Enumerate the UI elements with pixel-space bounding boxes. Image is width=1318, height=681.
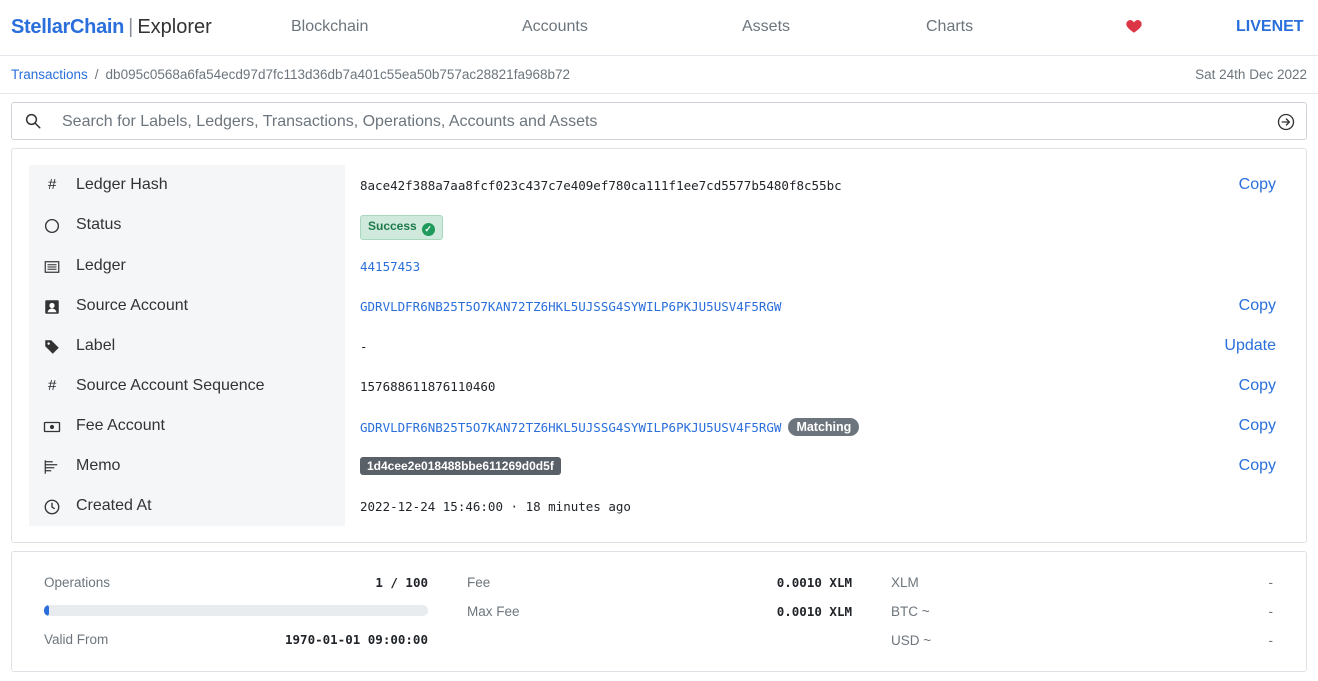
breadcrumb-transaction-hash: db095c0568a6fa54ecd97d7fc113d36db7a401c5… [105, 67, 570, 82]
max-fee-label: Max Fee [467, 604, 520, 619]
xlm-value: - [1268, 575, 1274, 590]
fee-account-label: Fee Account [76, 417, 165, 434]
ledger-hash-value: 8ace42f388a7aa8fcf023c437c7e409ef780ca11… [360, 178, 842, 193]
fee-label: Fee [467, 575, 491, 590]
operations-label: Operations [44, 575, 111, 590]
nav-charts[interactable]: Charts [926, 18, 973, 36]
breadcrumb-separator: / [94, 67, 99, 82]
max-fee-value: 0.0010 XLM [776, 604, 852, 619]
source-account-label: Source Account [76, 297, 189, 314]
row-label: Label - Update [12, 327, 1308, 367]
search-bar [11, 102, 1307, 140]
brand-sub: Explorer [137, 16, 212, 38]
status-badge-text: Success [368, 219, 417, 233]
status-badge: Success ✓ [360, 215, 443, 240]
current-date: Sat 24th Dec 2022 [1195, 67, 1307, 82]
xlm-label: XLM [891, 575, 919, 590]
row-ledger: Ledger 44157453 [12, 247, 1308, 287]
top-navbar: StellarChain | Explorer Blockchain Account… [0, 0, 1318, 56]
row-ledger-hash: # Ledger Hash 8ace42f388a7aa8fcf023c437c… [12, 166, 1308, 206]
nav-accounts[interactable]: Accounts [522, 18, 588, 36]
btc-value: - [1268, 604, 1274, 619]
row-source-account-sequence: # Source Account Sequence 15768861187611… [12, 367, 1308, 407]
row-created-at: Created At 2022-12-24 15:46:00 · 18 minu… [12, 487, 1308, 527]
sequence-label: Source Account Sequence [76, 377, 265, 394]
operations-progress-fill [44, 605, 49, 616]
usd-label: USD ~ [891, 633, 932, 648]
circle-icon [44, 218, 60, 234]
nav-assets[interactable]: Assets [742, 18, 790, 36]
update-label-button[interactable]: Update [1224, 337, 1276, 355]
ledger-link[interactable]: 44157453 [360, 259, 420, 274]
tag-icon [45, 340, 59, 354]
fee-account-link[interactable]: GDRVLDFR6NB25T5O7KAN72TZ6HKL5UJSSG4SYWIL… [360, 420, 781, 435]
matching-badge: Matching [788, 418, 860, 436]
check-icon: ✓ [421, 223, 435, 236]
memo-value: 1d4cee2e018488bbe611269d0d5f [360, 457, 561, 477]
label-value: - [360, 339, 368, 354]
nav-blockchain[interactable]: Blockchain [291, 18, 368, 36]
transaction-details-card: # Ledger Hash 8ace42f388a7aa8fcf023c437c… [11, 148, 1307, 543]
copy-ledger-hash-button[interactable]: Copy [1239, 176, 1276, 194]
source-account-link[interactable]: GDRVLDFR6NB25T5O7KAN72TZ6HKL5UJSSG4SYWIL… [360, 299, 781, 314]
copy-fee-account-button[interactable]: Copy [1239, 417, 1276, 435]
fee-value: 0.0010 XLM [776, 575, 852, 590]
hash-icon: # [48, 377, 57, 394]
usd-value: - [1268, 633, 1274, 648]
valid-from-value: 1970-01-01 09:00:00 [285, 632, 428, 647]
hash-icon: # [48, 176, 57, 193]
sequence-value: 157688611876110460 [360, 379, 496, 394]
row-status: Status Success ✓ [12, 206, 1308, 246]
copy-source-account-button[interactable]: Copy [1239, 297, 1276, 315]
memo-label: Memo [76, 457, 121, 474]
status-value: Success ✓ [360, 215, 443, 243]
clock-icon [44, 499, 60, 515]
memo-badge: 1d4cee2e018488bbe611269d0d5f [360, 457, 561, 475]
transaction-stats-card: Operations 1 / 100 Valid From 1970-01-01… [11, 551, 1307, 672]
created-at-value: 2022-12-24 15:46:00 · 18 minutes ago [360, 499, 631, 514]
brand-separator: | [128, 16, 134, 38]
row-source-account: Source Account GDRVLDFR6NB25T5O7KAN72TZ6… [12, 287, 1308, 327]
heart-icon[interactable] [1125, 17, 1143, 35]
breadcrumb-transactions-link[interactable]: Transactions [11, 67, 88, 82]
created-at-label: Created At [76, 497, 152, 514]
copy-memo-button[interactable]: Copy [1239, 457, 1276, 475]
ledger-label: Ledger [76, 257, 126, 274]
text-paragraph-icon [44, 460, 58, 474]
search-icon [25, 113, 41, 129]
row-memo: Memo 1d4cee2e018488bbe611269d0d5f Copy [12, 447, 1308, 487]
brand-logo[interactable]: StellarChain | Explorer [11, 16, 212, 39]
network-selector[interactable]: LIVENET [1236, 18, 1304, 36]
breadcrumb: Transactions / db095c0568a6fa54ecd97d7fc11… [0, 57, 1318, 94]
status-label: Status [76, 216, 122, 233]
list-icon [44, 261, 60, 273]
valid-from-label: Valid From [44, 632, 109, 647]
fee-account-value: GDRVLDFR6NB25T5O7KAN72TZ6HKL5UJSSG4SYWIL… [360, 418, 860, 437]
search-input[interactable] [62, 110, 1262, 134]
brand-name: StellarChain [11, 16, 125, 38]
operations-value: 1 / 100 [375, 575, 428, 590]
ledger-hash-label: Ledger Hash [76, 176, 168, 193]
row-fee-account: Fee Account GDRVLDFR6NB25T5O7KAN72TZ6HKL… [12, 407, 1308, 447]
label-label: Label [76, 337, 116, 354]
btc-label: BTC ~ [891, 604, 930, 619]
arrow-right-circle-icon[interactable] [1277, 113, 1295, 131]
copy-sequence-button[interactable]: Copy [1239, 377, 1276, 395]
cash-icon [43, 421, 61, 433]
operations-progress-bar [44, 605, 428, 616]
person-square-icon [45, 300, 59, 314]
